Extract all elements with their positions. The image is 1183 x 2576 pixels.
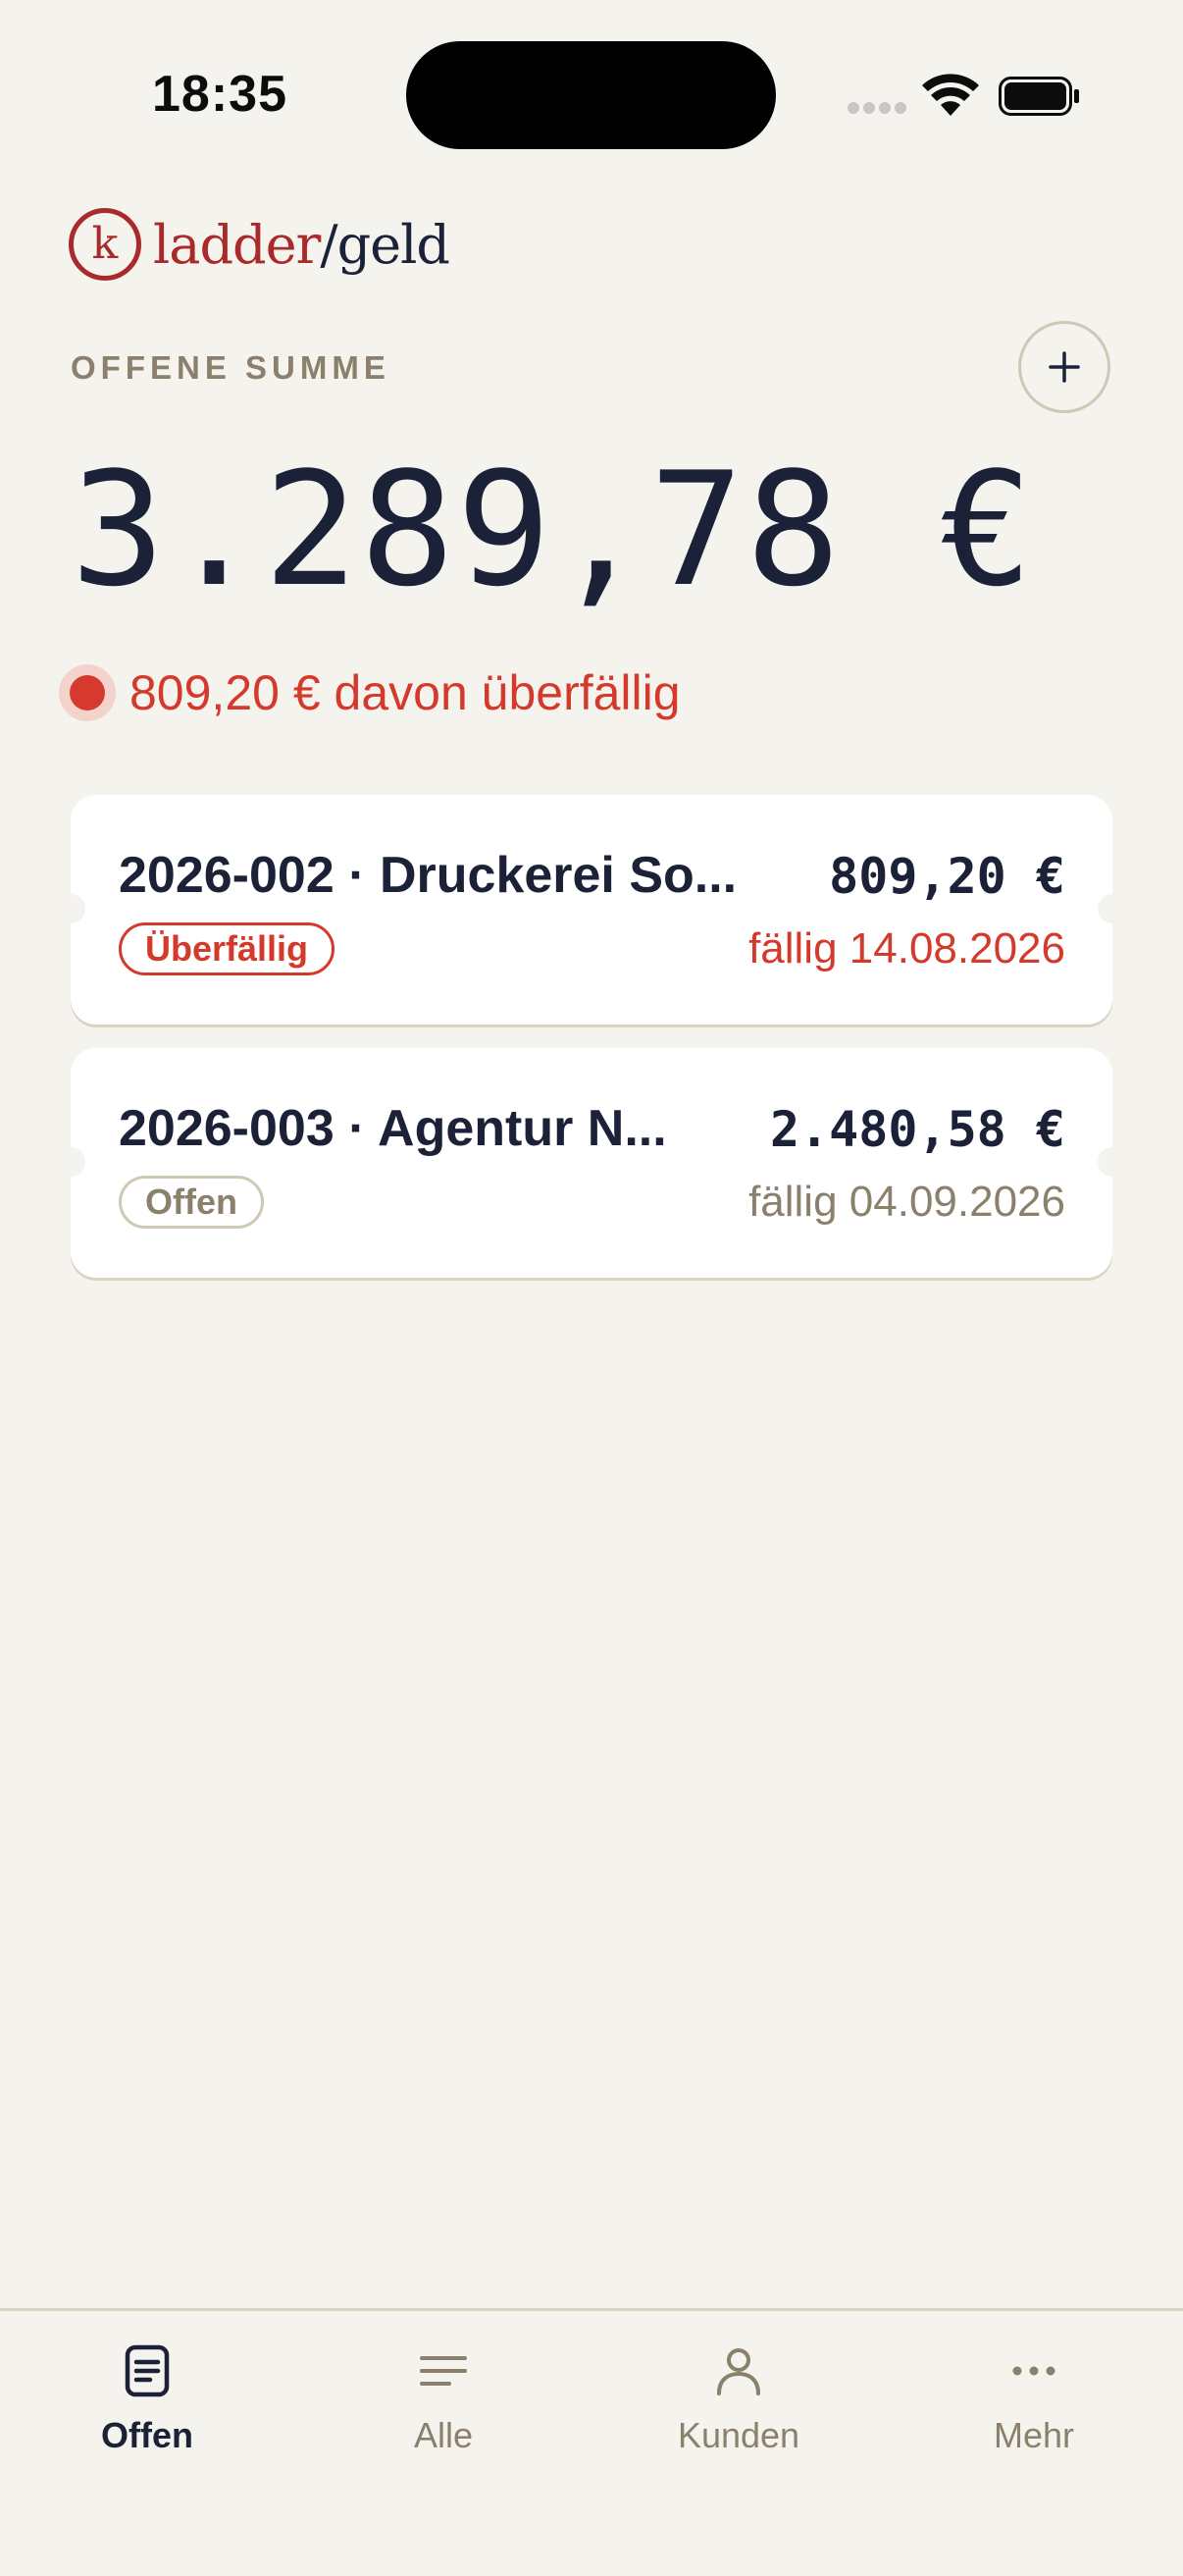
invoice-due-date: fällig 04.09.2026 (748, 1178, 1065, 1226)
tab-label: Alle (413, 2415, 474, 2455)
open-sum-label: OFFENE SUMME (71, 349, 390, 386)
tab-mehr[interactable]: Mehr (936, 2340, 1132, 2478)
invoice-card[interactable]: 2026-003 · Agentur N... 2.480,58 € Offen… (56, 1048, 1127, 1278)
logo-name-secondary: /geld (320, 213, 450, 276)
person-icon (717, 2348, 760, 2395)
status-time: 18:35 (152, 66, 287, 123)
status-badge: Offen (119, 1176, 264, 1229)
logo-wordmark: ladder/geld (153, 213, 450, 276)
invoice-card[interactable]: 2026-002 · Druckerei So... 809,20 € Über… (56, 795, 1127, 1025)
open-sum-amount: 3.289,78 € (71, 438, 1036, 621)
plus-icon (1049, 351, 1080, 383)
wifi-icon (922, 74, 979, 116)
overdue-dot-icon (59, 664, 116, 721)
more-icon (1012, 2366, 1055, 2376)
cellular-signal-icon (848, 102, 906, 116)
invoice-amount: 2.480,58 € (769, 1101, 1065, 1158)
tab-label: Mehr (993, 2415, 1075, 2455)
logo-name-primary: ladder (153, 213, 321, 276)
add-invoice-button[interactable] (1018, 321, 1110, 413)
overdue-summary-text: 809,20 € davon überfällig (129, 665, 681, 720)
status-badge: Überfällig (119, 922, 335, 975)
tab-label: Offen (101, 2415, 193, 2455)
battery-icon (999, 77, 1079, 116)
tab-label: Kunden (677, 2415, 800, 2455)
tab-bar: Offen Alle Kunden Mehr (0, 2308, 1183, 2576)
list-icon (420, 2356, 467, 2386)
tab-offen[interactable]: Offen (49, 2340, 245, 2478)
document-icon (125, 2344, 170, 2397)
dynamic-island (406, 41, 776, 149)
status-bar: 18:35 (0, 0, 1183, 186)
app-logo: k ladder/geld (69, 202, 450, 287)
tab-alle[interactable]: Alle (345, 2340, 541, 2478)
invoice-amount: 809,20 € (829, 848, 1065, 905)
tab-kunden[interactable]: Kunden (641, 2340, 837, 2478)
invoice-due-date: fällig 14.08.2026 (748, 924, 1065, 973)
invoice-title: 2026-002 · Druckerei So... (119, 847, 738, 904)
invoice-title: 2026-003 · Agentur N... (119, 1100, 667, 1157)
logo-mark: k (69, 208, 141, 281)
overdue-summary: 809,20 € davon überfällig (59, 663, 681, 722)
